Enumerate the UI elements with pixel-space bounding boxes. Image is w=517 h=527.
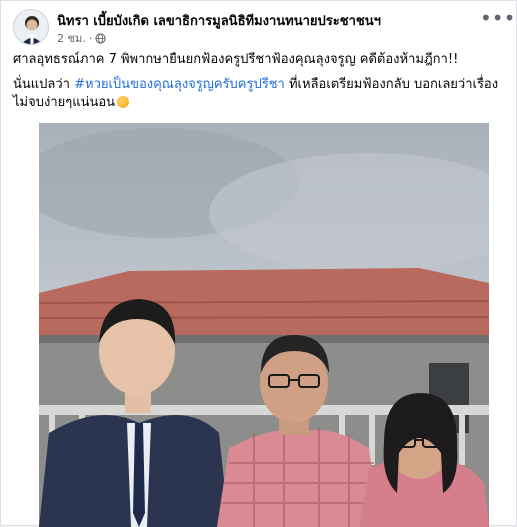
post-header: นิทรา เบี้ยบังเกิด เลขาธิการมูลนิธิทีมงา…: [13, 8, 515, 47]
facebook-post: นิทรา เบี้ยบังเกิด เลขาธิการมูลนิธิทีมงา…: [0, 0, 517, 527]
post-meta: 2 ชม. ·: [57, 29, 106, 47]
post-text: ศาลอุทธรณ์ภาค 7 พิพากษายืนยกฟ้องครูปรีชา…: [13, 51, 508, 119]
photo-illustration: [39, 123, 489, 527]
post-line-2-prefix: นั่นแปลว่า: [13, 77, 75, 92]
globe-icon: [95, 32, 106, 44]
post-time[interactable]: 2 ชม.: [57, 29, 86, 47]
laughing-emoji-icon: [117, 96, 130, 108]
post-line-1: ศาลอุทธรณ์ภาค 7 พิพากษายืนยกฟ้องครูปรีชา…: [13, 52, 459, 67]
post-photo[interactable]: [39, 123, 489, 527]
more-options-button[interactable]: •••: [480, 8, 515, 33]
author-name[interactable]: นิทรา เบี้ยบังเกิด เลขาธิการมูลนิธิทีมงา…: [57, 10, 381, 31]
hashtag-link[interactable]: #หวยเป็นของคุณลุงจรูญครับครูปรีชา: [74, 77, 285, 92]
author-avatar[interactable]: [13, 9, 49, 45]
post-line-2: นั่นแปลว่า #หวยเป็นของคุณลุงจรูญครับครูป…: [13, 76, 508, 112]
ellipsis-icon: •••: [480, 6, 516, 30]
